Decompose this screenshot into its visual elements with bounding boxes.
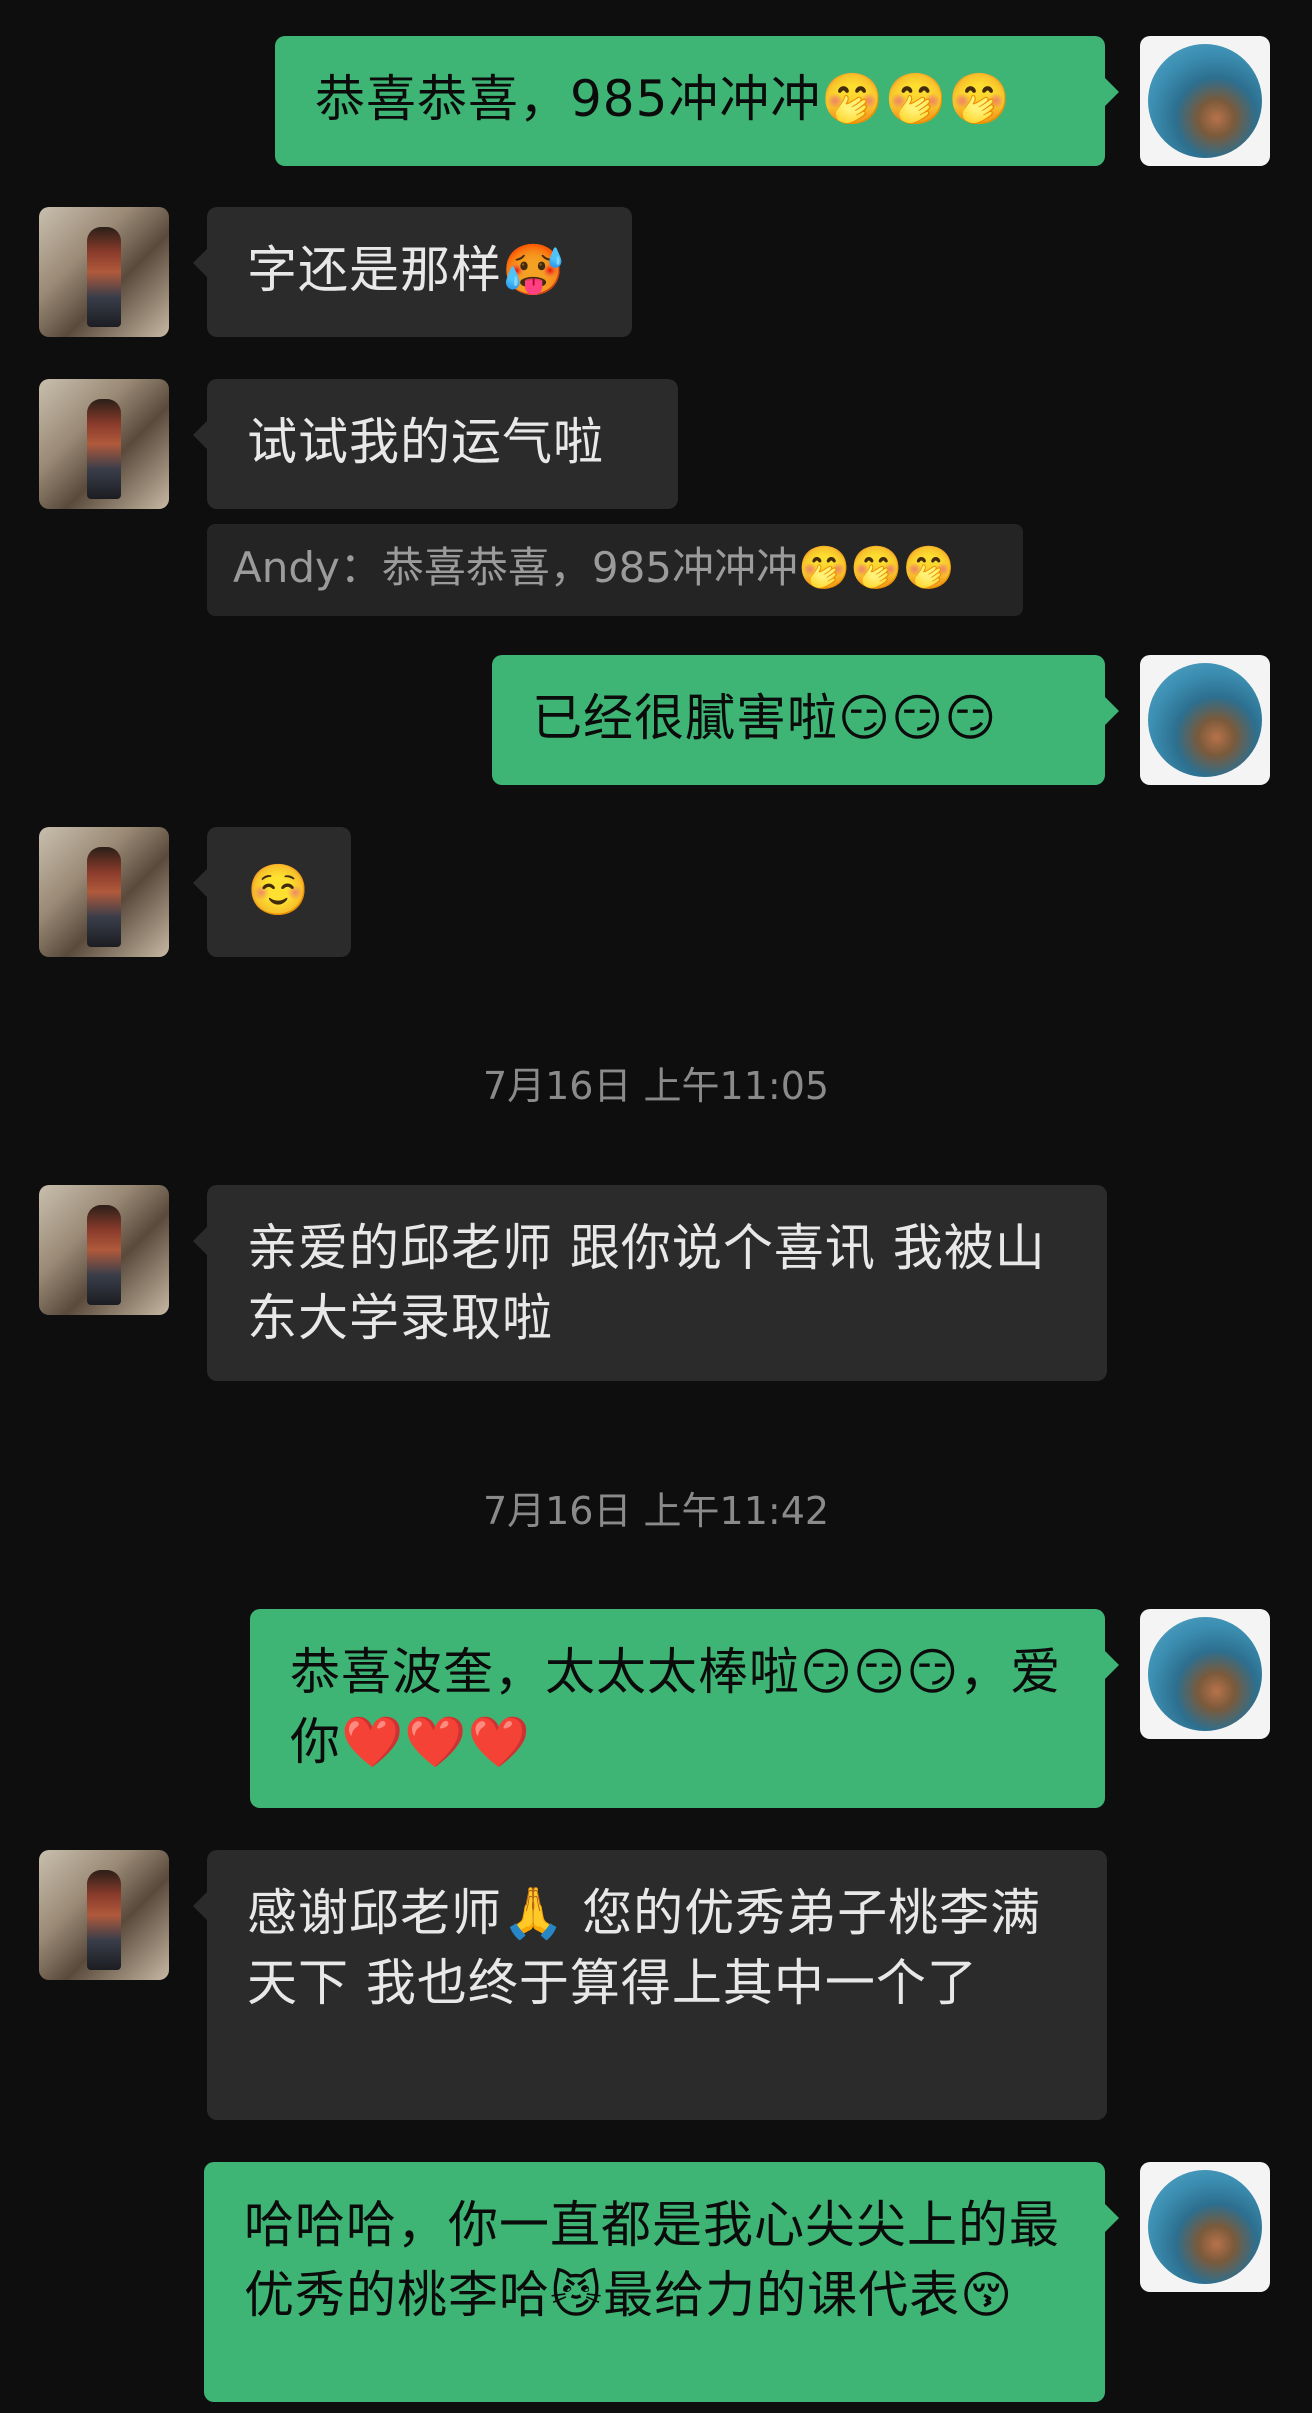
- message-bubble-other[interactable]: 感谢邱老师🙏 您的优秀弟子桃李满天下 我也终于算得上其中一个了: [193, 1850, 1107, 2120]
- self-avatar[interactable]: [1140, 1609, 1270, 1739]
- avatar-image: [1148, 2170, 1262, 2284]
- avatar-image: [87, 847, 121, 947]
- message-bubble-other[interactable]: ☺️: [193, 827, 351, 957]
- avatar-image: [87, 399, 121, 499]
- message-text: 字还是那样🥵: [247, 241, 566, 299]
- contact-avatar[interactable]: [39, 1850, 169, 1980]
- contact-avatar[interactable]: [39, 827, 169, 957]
- contact-avatar[interactable]: [39, 379, 169, 509]
- self-avatar[interactable]: [1140, 655, 1270, 785]
- message-text: 已经很膩害啦😏😏😏: [532, 689, 998, 747]
- quoted-reply[interactable]: Andy：恭喜恭喜，985冲冲冲🤭🤭🤭: [207, 524, 1023, 616]
- message-text: 哈哈哈，你一直都是我心尖尖上的最优秀的桃李哈😼最给力的课代表😚: [244, 2196, 1060, 2324]
- avatar-image: [1148, 1617, 1262, 1731]
- message-text: 感谢邱老师🙏 您的优秀弟子桃李满天下 我也终于算得上其中一个了: [247, 1884, 1042, 2012]
- avatar-image: [87, 1205, 121, 1305]
- message-bubble-other[interactable]: 字还是那样🥵: [193, 207, 632, 337]
- timestamp: 7月16日 上午11:05: [482, 1064, 830, 1108]
- message-text: 亲爱的邱老师 跟你说个喜讯 我被山东大学录取啦: [247, 1219, 1046, 1347]
- quote-text: Andy：恭喜恭喜，985冲冲冲🤭🤭🤭: [233, 543, 955, 592]
- message-text: 恭喜恭喜，985冲冲冲🤭🤭🤭: [315, 70, 1012, 128]
- timestamp: 7月16日 上午11:42: [482, 1489, 830, 1533]
- self-avatar[interactable]: [1140, 2162, 1270, 2292]
- message-bubble-other[interactable]: 亲爱的邱老师 跟你说个喜讯 我被山东大学录取啦: [193, 1185, 1107, 1381]
- avatar-image: [87, 1870, 121, 1970]
- message-bubble-other[interactable]: 试试我的运气啦: [193, 379, 678, 509]
- message-bubble-self[interactable]: 哈哈哈，你一直都是我心尖尖上的最优秀的桃李哈😼最给力的课代表😚: [204, 2162, 1119, 2402]
- contact-avatar[interactable]: [39, 207, 169, 337]
- message-bubble-self[interactable]: 恭喜波奎，太太太棒啦😏😏😏，爱你❤️❤️❤️: [250, 1609, 1119, 1808]
- avatar-image: [1148, 663, 1262, 777]
- message-text: 恭喜波奎，太太太棒啦😏😏😏，爱你❤️❤️❤️: [290, 1643, 1062, 1771]
- contact-avatar[interactable]: [39, 1185, 169, 1315]
- message-text: ☺️: [247, 861, 311, 919]
- avatar-image: [1148, 44, 1262, 158]
- message-text: 试试我的运气啦: [247, 413, 604, 471]
- message-bubble-self[interactable]: 已经很膩害啦😏😏😏: [492, 655, 1119, 785]
- message-bubble-self[interactable]: 恭喜恭喜，985冲冲冲🤭🤭🤭: [275, 36, 1119, 166]
- avatar-image: [87, 227, 121, 327]
- self-avatar[interactable]: [1140, 36, 1270, 166]
